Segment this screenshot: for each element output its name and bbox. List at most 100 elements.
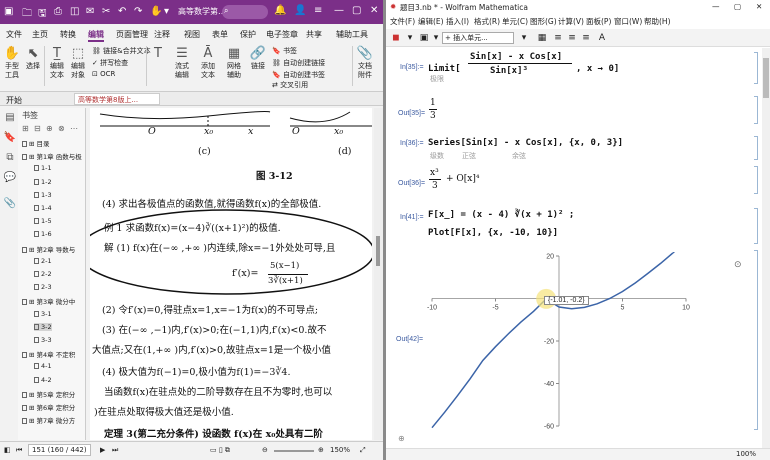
search-box[interactable]: ⌕ bbox=[222, 5, 268, 19]
function-plot[interactable]: -10 -5 5 10 20 -20 -40 -60 bbox=[424, 252, 694, 430]
mma-menu-item[interactable]: 面板(P) bbox=[586, 16, 611, 27]
notebook-area[interactable]: In[35]:= Limit[ Sin[x] - x Cos[x] Sin[x]… bbox=[386, 48, 762, 448]
cell-bracket[interactable] bbox=[754, 136, 758, 160]
open-icon[interactable]: 🗀 bbox=[22, 6, 32, 23]
menu-item[interactable]: 主页 bbox=[32, 29, 48, 40]
bookmark-item[interactable]: 2-1 bbox=[34, 257, 52, 265]
thumbnails-icon[interactable]: ▤ bbox=[3, 112, 17, 123]
first-page-icon[interactable]: ⏮ bbox=[16, 446, 22, 455]
bookmark-item[interactable]: ⊞ 第3章 微分中 bbox=[22, 296, 75, 306]
grid-view-icon[interactable]: ▦ bbox=[536, 32, 548, 44]
sidebar-toggle-icon[interactable]: ◧ bbox=[4, 446, 11, 454]
in-41-code-2[interactable]: Plot[F[x], {x, -10, 10}] bbox=[428, 228, 558, 238]
user-icon[interactable]: 👤 bbox=[294, 5, 306, 16]
bookmark-item[interactable]: ⊞ 目录 bbox=[22, 138, 50, 148]
add-bookmark-icon[interactable]: ⊕ bbox=[46, 124, 53, 133]
mma-close-icon[interactable]: ✕ bbox=[756, 2, 762, 11]
hand-small-icon[interactable]: ✋ bbox=[150, 6, 162, 17]
mma-menu-item[interactable]: 插入(I) bbox=[446, 16, 469, 27]
dropdown-arrow-icon[interactable]: ▾ bbox=[430, 32, 442, 44]
mma-menu-item[interactable]: 编辑(E) bbox=[418, 16, 444, 27]
new-icon[interactable]: ◫ bbox=[70, 6, 79, 17]
bell-icon[interactable]: 🔔 bbox=[274, 5, 286, 16]
align-left-icon[interactable]: ≡ bbox=[552, 32, 564, 44]
hand-tool-button[interactable]: ✋ 手型 工具 bbox=[3, 46, 21, 80]
text-format-button[interactable]: T bbox=[150, 46, 166, 62]
suggestions-icon[interactable]: ⊙ bbox=[734, 260, 742, 270]
zoom-level[interactable]: 150% bbox=[330, 446, 350, 454]
delete-bookmark-icon[interactable]: ⊗ bbox=[58, 124, 65, 133]
mma-menu-item[interactable]: 图形(G) bbox=[530, 16, 557, 27]
menu-item[interactable]: 转换 bbox=[60, 29, 76, 40]
mma-menu-item[interactable]: 窗口(W) bbox=[614, 16, 642, 27]
align-right-icon[interactable]: ≡ bbox=[580, 32, 592, 44]
mma-maximize-icon[interactable]: ▢ bbox=[734, 2, 741, 11]
bookmark-item[interactable]: 1-5 bbox=[34, 217, 52, 225]
bookmark-item[interactable]: 3-3 bbox=[34, 336, 52, 344]
save-icon[interactable]: 🖫 bbox=[38, 6, 47, 23]
link-merge-button[interactable]: ⛓ 链接&合并文本 bbox=[92, 46, 151, 56]
dropdown-icon[interactable]: ▾ bbox=[164, 6, 169, 17]
grid-button[interactable]: ▦ 网格 辅助 bbox=[224, 46, 244, 80]
bookmark-item[interactable]: 1-3 bbox=[34, 191, 52, 199]
bookmark-item[interactable]: ⊞ 第1章 函数与极 bbox=[22, 151, 82, 161]
hint-sin[interactable]: 正弦 bbox=[462, 151, 476, 161]
close-icon[interactable]: ✕ bbox=[370, 5, 378, 16]
menu-item[interactable]: 注释 bbox=[154, 29, 170, 40]
add-cell-icon[interactable]: ⊕ bbox=[398, 434, 405, 443]
bookmark-item[interactable]: ⊞ 第5章 定积分 bbox=[22, 389, 75, 399]
minimize-icon[interactable]: — bbox=[334, 5, 344, 16]
bookmark-item[interactable]: ⊞ 第7章 微分方 bbox=[22, 415, 75, 425]
menu-item[interactable]: 表单 bbox=[212, 29, 228, 40]
hint-cos[interactable]: 余弦 bbox=[512, 151, 526, 161]
bookmark-panel-icon[interactable]: 🔖 bbox=[3, 132, 17, 143]
cell-bracket[interactable] bbox=[754, 166, 758, 194]
next-page-icon[interactable]: ▶ bbox=[100, 446, 105, 454]
ocr-button[interactable]: ⊡ OCR bbox=[92, 70, 115, 78]
attachments-icon[interactable]: 📎 bbox=[3, 198, 17, 209]
cell-bracket[interactable] bbox=[754, 250, 758, 430]
mail-icon[interactable]: ✉ bbox=[86, 6, 94, 17]
in-36-code[interactable]: Series[Sin[x] - x Cos[x], {x, 0, 3}] bbox=[428, 138, 623, 148]
bookmark-options-icon[interactable]: ⋯ bbox=[70, 124, 78, 133]
menu-item[interactable]: 文件 bbox=[6, 29, 22, 40]
expand-all-icon[interactable]: ⊞ bbox=[22, 124, 29, 133]
auto-bookmark-button[interactable]: 🔖 自动创建书签 bbox=[272, 70, 325, 80]
zoom-in-icon[interactable]: ⊕ bbox=[318, 446, 324, 454]
print-icon[interactable]: ⎙ bbox=[54, 6, 62, 17]
redo-icon[interactable]: ↷ bbox=[134, 6, 142, 17]
bookmark-item[interactable]: ⊞ 第6章 定积分 bbox=[22, 402, 75, 412]
flow-edit-button[interactable]: ☰ 流式 编辑 bbox=[172, 46, 192, 80]
fit-page-icon[interactable]: ⤢ bbox=[360, 446, 366, 455]
bookmark-item[interactable]: 1-1 bbox=[34, 164, 52, 172]
pdf-scrollbar[interactable] bbox=[374, 108, 383, 440]
insert-cell-dropdown[interactable]: + 插入单元... bbox=[442, 32, 514, 44]
bookmark-item[interactable]: 3-1 bbox=[34, 310, 52, 318]
dropdown-arrow-icon[interactable]: ▾ bbox=[404, 32, 416, 44]
bookmark-button[interactable]: 🔖 书签 bbox=[272, 46, 297, 56]
select-tool-button[interactable]: ⬉ 选择 bbox=[24, 46, 42, 71]
page-number-field[interactable]: 151 (160 / 442) bbox=[28, 444, 91, 456]
stop-icon[interactable]: ◼ bbox=[390, 32, 402, 44]
start-tab[interactable]: 开始 bbox=[6, 95, 22, 106]
mma-menu-item[interactable]: 文件(F) bbox=[390, 16, 415, 27]
collapse-all-icon[interactable]: ⊟ bbox=[34, 124, 41, 133]
in-41-code-1[interactable]: F[x_] = (x - 4) ∛(x + 1)² ; bbox=[428, 210, 574, 220]
comments-icon[interactable]: 💬 bbox=[3, 172, 17, 183]
bookmark-item[interactable]: ⊞ 第2章 导数与 bbox=[22, 244, 75, 254]
menu-icon[interactable]: ≡ bbox=[314, 5, 322, 16]
cell-bracket[interactable] bbox=[754, 208, 758, 244]
zoom-slider[interactable] bbox=[274, 450, 314, 452]
zoom-out-icon[interactable]: ⊖ bbox=[262, 446, 268, 454]
style-dropdown-icon[interactable]: ▾ bbox=[518, 32, 530, 44]
auto-link-button[interactable]: ⛓ 自动创建链接 bbox=[272, 58, 325, 68]
menu-item[interactable]: 编辑 bbox=[88, 29, 104, 42]
pages-icon[interactable]: ⧉ bbox=[3, 152, 17, 163]
menu-item[interactable]: 保护 bbox=[240, 29, 256, 40]
add-text-button[interactable]: Ā 添加 文本 bbox=[198, 46, 218, 80]
link-button[interactable]: 🔗 链接 bbox=[248, 46, 268, 71]
bookmark-item[interactable]: 1-6 bbox=[34, 230, 52, 238]
file-attach-button[interactable]: 📎 文档 附件 bbox=[355, 46, 375, 80]
mma-menu-item[interactable]: 帮助(H) bbox=[644, 16, 671, 27]
bookmark-item[interactable]: 1-2 bbox=[34, 178, 52, 186]
